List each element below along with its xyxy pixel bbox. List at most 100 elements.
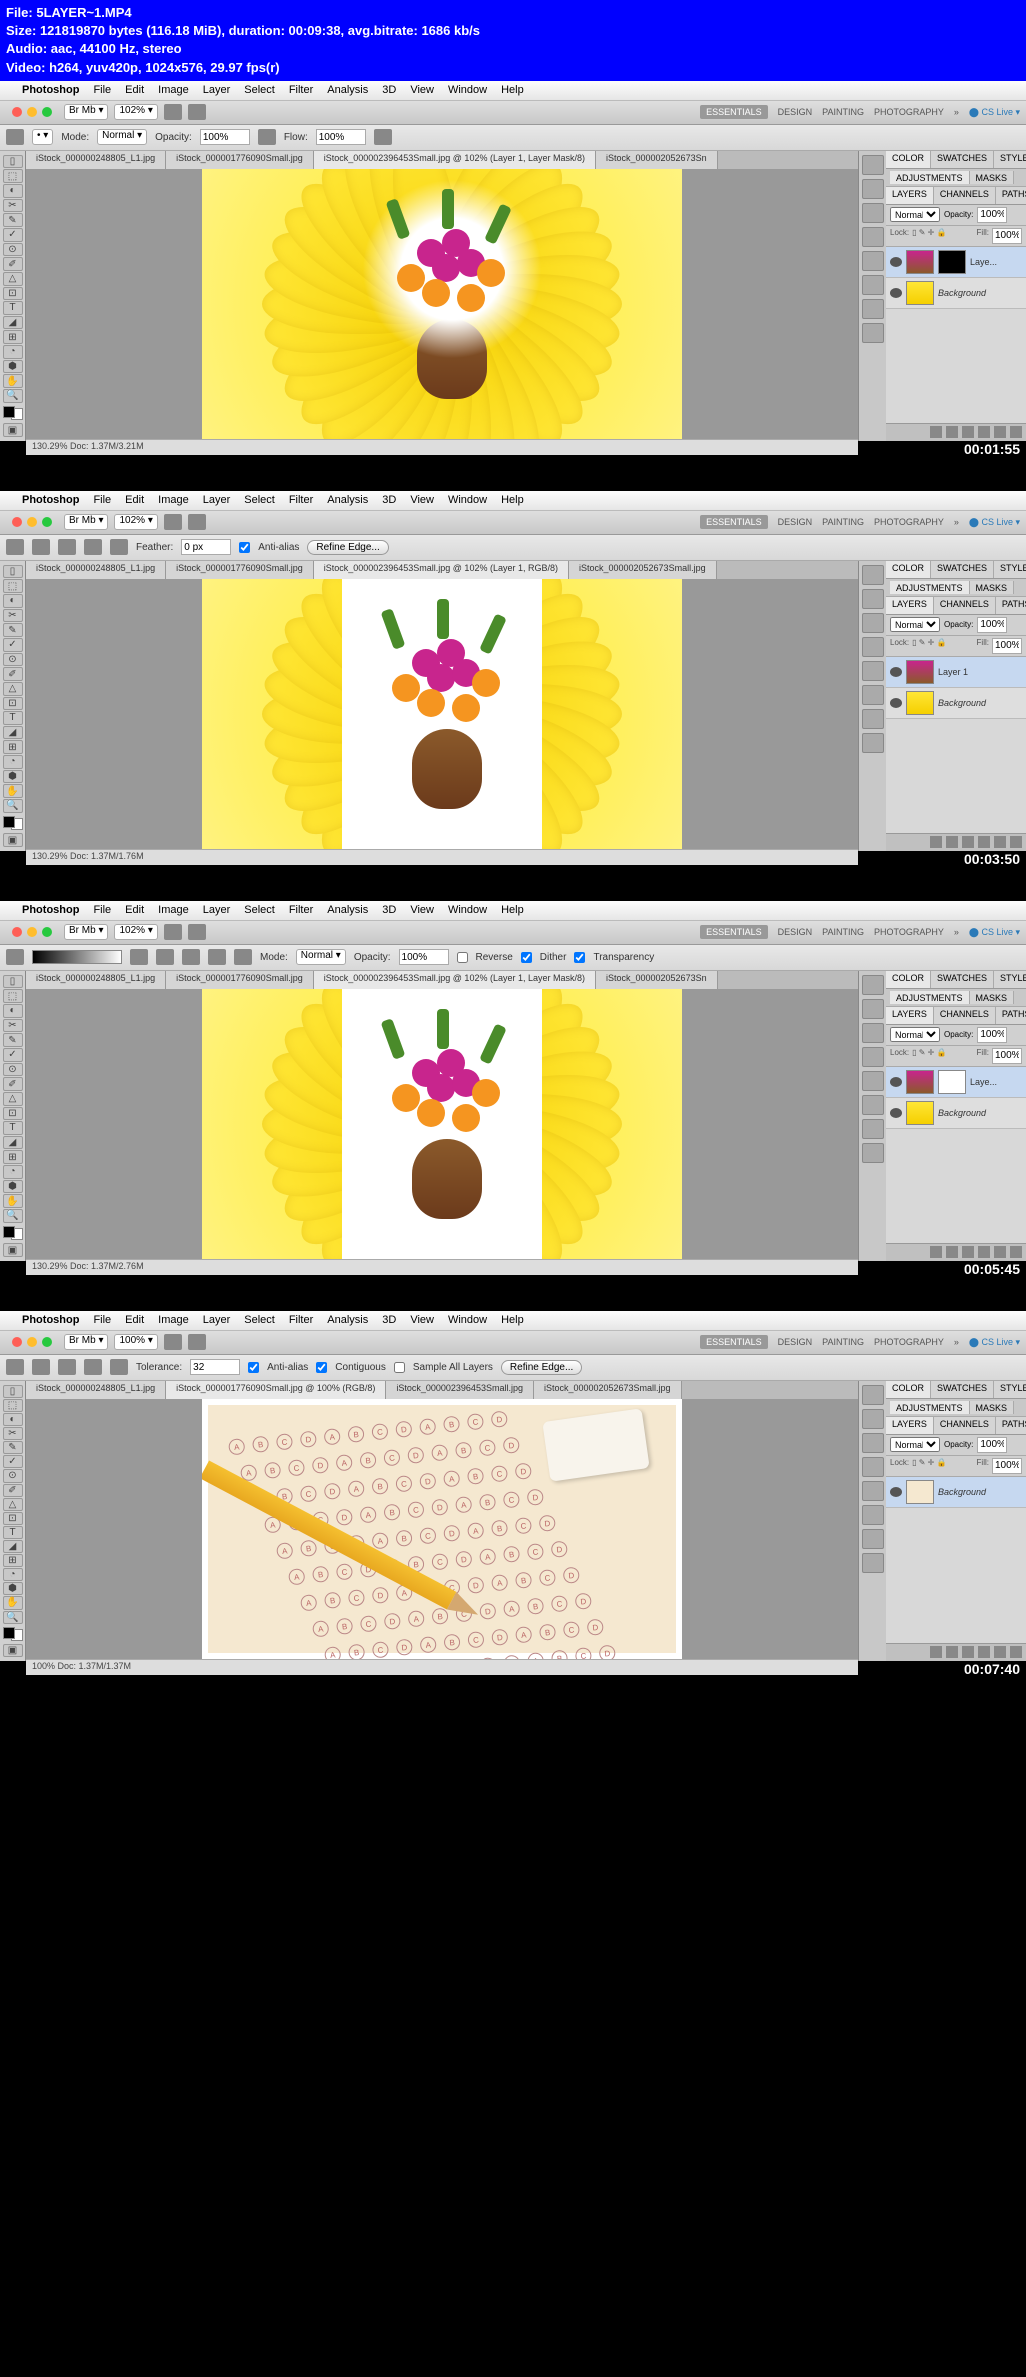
workspace-tab[interactable]: PAINTING xyxy=(822,1337,864,1347)
document-tab[interactable]: iStock_000000248805_L1.jpg xyxy=(26,1381,166,1399)
menu-item[interactable]: Filter xyxy=(289,494,313,506)
launcher-dropdown[interactable]: Br Mb ▾ xyxy=(64,514,108,530)
panel-tab[interactable]: SWATCHES xyxy=(931,1381,994,1398)
layer-action-icon[interactable] xyxy=(978,426,990,438)
layer-row[interactable]: Background xyxy=(886,1098,1026,1129)
tool-8[interactable]: △ xyxy=(3,682,23,696)
tool-7[interactable]: ✐ xyxy=(3,667,23,681)
zoom-select[interactable]: 102% ▾ xyxy=(114,514,157,530)
layers-tab[interactable]: LAYERS xyxy=(886,1007,934,1024)
panel-icon-5[interactable] xyxy=(862,1095,884,1115)
visibility-icon[interactable] xyxy=(890,257,902,267)
adj-tab[interactable]: ADJUSTMENTS xyxy=(890,581,970,594)
tool-0[interactable]: ▯ xyxy=(3,1385,23,1398)
tool-8[interactable]: △ xyxy=(3,1092,23,1106)
panel-icon-1[interactable] xyxy=(862,999,884,1019)
layers-tab[interactable]: LAYERS xyxy=(886,1417,934,1434)
tool-11[interactable]: ◢ xyxy=(3,1540,23,1553)
menu-item[interactable]: Help xyxy=(501,904,524,916)
panel-icon-2[interactable] xyxy=(862,203,884,223)
adj-tab[interactable]: ADJUSTMENTS xyxy=(890,991,970,1004)
panel-icon-6[interactable] xyxy=(862,709,884,729)
menu-item[interactable]: Window xyxy=(448,1314,487,1326)
panel-tab[interactable]: STYLES xyxy=(994,1381,1026,1398)
layer-action-icon[interactable] xyxy=(962,836,974,848)
opacity-input[interactable] xyxy=(977,207,1007,223)
layer-row[interactable]: Laye... xyxy=(886,247,1026,278)
menu-item[interactable]: Help xyxy=(501,494,524,506)
panel-icon-7[interactable] xyxy=(862,733,884,753)
sel-add-icon[interactable] xyxy=(58,539,76,555)
tool-13[interactable]: ◔ xyxy=(3,345,23,359)
menu-item[interactable]: Filter xyxy=(289,904,313,916)
tool-11[interactable]: ◢ xyxy=(3,726,23,740)
minimize-icon[interactable] xyxy=(27,927,37,937)
menu-item[interactable]: View xyxy=(410,904,434,916)
feather-input[interactable] xyxy=(181,539,231,555)
document-tab[interactable]: iStock_000000248805_L1.jpg xyxy=(26,151,166,169)
panel-tab[interactable]: STYLES xyxy=(994,971,1026,988)
panel-icon-0[interactable] xyxy=(862,975,884,995)
menu-item[interactable]: Layer xyxy=(203,1314,231,1326)
screen-mode-icon[interactable] xyxy=(188,514,206,530)
fill-input[interactable] xyxy=(992,228,1022,244)
layers-tab[interactable]: CHANNELS xyxy=(934,597,996,614)
opacity-input[interactable] xyxy=(399,949,449,965)
fill-input[interactable] xyxy=(992,1048,1022,1064)
panel-tab[interactable]: STYLES xyxy=(994,561,1026,578)
menu-item[interactable]: Layer xyxy=(203,904,231,916)
tool-11[interactable]: ◢ xyxy=(3,1136,23,1150)
panel-tab[interactable]: COLOR xyxy=(886,561,931,578)
tool-4[interactable]: ✎ xyxy=(3,1441,23,1454)
layers-tab[interactable]: CHANNELS xyxy=(934,187,996,204)
menu-item[interactable]: Help xyxy=(501,1314,524,1326)
blend-mode-select[interactable]: Normal xyxy=(890,1027,940,1042)
tool-7[interactable]: ✐ xyxy=(3,1077,23,1091)
panel-icon-2[interactable] xyxy=(862,613,884,633)
tool-16[interactable]: 🔍 xyxy=(3,799,23,813)
workspace-tab[interactable]: DESIGN xyxy=(778,517,813,527)
panel-icon-1[interactable] xyxy=(862,179,884,199)
tool-15[interactable]: ✋ xyxy=(3,784,23,798)
tool-9[interactable]: ⊡ xyxy=(3,697,23,711)
refine-edge-button[interactable]: Refine Edge... xyxy=(501,1360,582,1375)
visibility-icon[interactable] xyxy=(890,288,902,298)
fg-bg-colors[interactable] xyxy=(3,406,23,421)
panel-icon-3[interactable] xyxy=(862,227,884,247)
panel-icon-6[interactable] xyxy=(862,1119,884,1139)
layer-action-icon[interactable] xyxy=(946,1646,958,1658)
tool-3[interactable]: ✂ xyxy=(3,609,23,623)
menu-item[interactable]: File xyxy=(93,494,111,506)
adj-tab[interactable]: ADJUSTMENTS xyxy=(890,171,970,184)
tool-4[interactable]: ✎ xyxy=(3,213,23,227)
tool-5[interactable]: ✓ xyxy=(3,228,23,242)
quickmask-toggle[interactable]: ▣ xyxy=(3,423,23,437)
cslive-button[interactable]: ⬤ CS Live ▾ xyxy=(969,517,1020,528)
document-tab[interactable]: iStock_000002052673Small.jpg xyxy=(569,561,717,579)
sel-sub-icon[interactable] xyxy=(84,1359,102,1375)
menu-item[interactable]: Select xyxy=(244,1314,275,1326)
menu-item[interactable]: File xyxy=(93,904,111,916)
layer-action-icon[interactable] xyxy=(1010,1246,1022,1258)
canvas[interactable] xyxy=(26,579,858,849)
visibility-icon[interactable] xyxy=(890,1487,902,1497)
layers-tab[interactable]: PATHS xyxy=(996,187,1026,204)
menu-item[interactable]: Select xyxy=(244,494,275,506)
layer-action-icon[interactable] xyxy=(946,836,958,848)
tool-16[interactable]: 🔍 xyxy=(3,1611,23,1624)
tool-4[interactable]: ✎ xyxy=(3,1033,23,1047)
workspace-tab[interactable]: DESIGN xyxy=(778,1337,813,1347)
close-icon[interactable] xyxy=(12,1337,22,1347)
panel-icon-3[interactable] xyxy=(862,637,884,657)
tool-0[interactable]: ▯ xyxy=(3,975,23,989)
tool-6[interactable]: ⊙ xyxy=(3,1063,23,1077)
document-tab[interactable]: iStock_000000248805_L1.jpg xyxy=(26,971,166,989)
tool-10[interactable]: T xyxy=(3,711,23,725)
screen-mode-icon[interactable] xyxy=(188,1334,206,1350)
document-tab[interactable]: iStock_000002396453Small.jpg xyxy=(386,1381,534,1399)
workspace-tab[interactable]: PAINTING xyxy=(822,107,864,117)
more-icon[interactable]: » xyxy=(954,1337,959,1347)
panel-tab[interactable]: COLOR xyxy=(886,971,931,988)
panel-icon-4[interactable] xyxy=(862,251,884,271)
tool-13[interactable]: ◔ xyxy=(3,1165,23,1179)
